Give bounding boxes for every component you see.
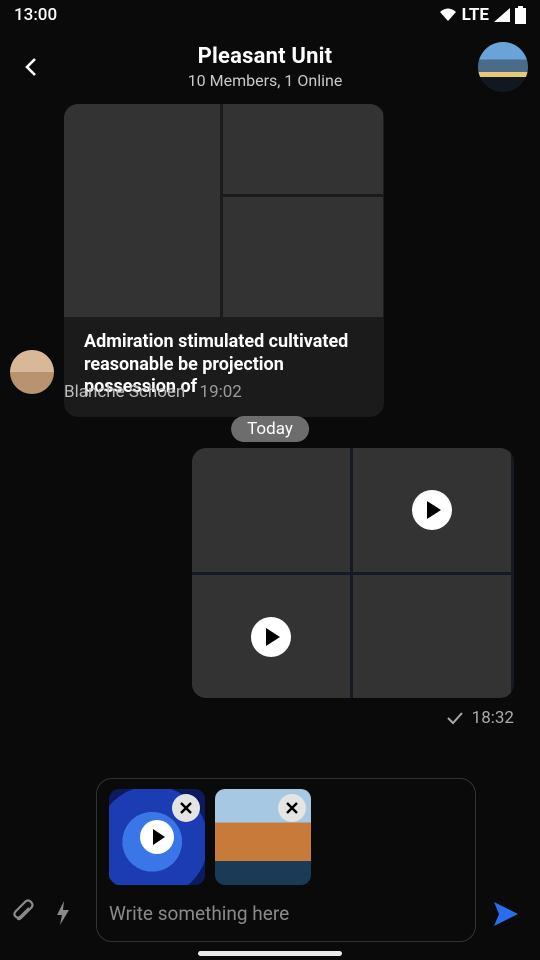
attachment-preview[interactable] — [109, 789, 205, 885]
signal-icon — [493, 7, 511, 23]
back-icon — [21, 56, 43, 78]
chat-title: Pleasant Unit — [52, 44, 478, 69]
message-meta: Blanche Schoen 19:02 — [64, 382, 242, 402]
media-thumb[interactable] — [223, 104, 383, 194]
media-thumb-video[interactable] — [192, 575, 350, 698]
media-thumb[interactable] — [192, 448, 350, 572]
message-input[interactable]: Write something here — [109, 893, 463, 933]
send-button[interactable] — [486, 894, 526, 934]
status-time: 13:00 — [14, 5, 57, 25]
app-bar: Pleasant Unit 10 Members, 1 Online — [0, 30, 540, 104]
play-icon — [412, 490, 452, 530]
attachment-previews — [109, 789, 463, 885]
composer-box: Write something here — [96, 778, 476, 942]
network-label: LTE — [462, 5, 489, 25]
message-time: 18:32 — [472, 708, 514, 728]
media-grid — [192, 448, 514, 698]
media-grid — [64, 104, 384, 317]
bolt-icon — [54, 899, 72, 927]
quick-action-button[interactable] — [54, 899, 72, 927]
status-icons: LTE — [438, 5, 526, 25]
sent-check-icon — [446, 711, 464, 725]
message-outgoing[interactable] — [192, 448, 514, 698]
media-thumb[interactable] — [353, 575, 511, 698]
attachment-preview[interactable] — [215, 789, 311, 885]
composer: Write something here — [0, 778, 540, 942]
attach-icon — [10, 899, 38, 927]
remove-attachment-button[interactable] — [172, 794, 200, 822]
chat-title-block[interactable]: Pleasant Unit 10 Members, 1 Online — [52, 44, 478, 90]
media-thumb[interactable] — [64, 104, 220, 317]
message-meta: 18:32 — [446, 708, 514, 728]
date-separator: Today — [231, 416, 309, 442]
close-icon — [284, 800, 300, 816]
chat-subtitle: 10 Members, 1 Online — [52, 71, 478, 90]
back-button[interactable] — [12, 47, 52, 87]
play-icon — [140, 820, 174, 854]
wifi-icon — [438, 7, 458, 23]
sender-name: Blanche Schoen — [64, 382, 185, 402]
message-time: 19:02 — [200, 382, 242, 402]
sender-avatar[interactable] — [10, 350, 54, 394]
message-incoming[interactable]: Admiration stimulated cultivated reasona… — [64, 104, 384, 417]
battery-icon — [515, 6, 526, 24]
close-icon — [178, 800, 194, 816]
status-bar: 13:00 LTE — [0, 0, 540, 30]
play-icon — [251, 617, 291, 657]
messages-list[interactable]: Admiration stimulated cultivated reasona… — [0, 104, 540, 740]
attach-button[interactable] — [10, 899, 38, 927]
remove-attachment-button[interactable] — [278, 794, 306, 822]
media-thumb[interactable] — [223, 197, 383, 317]
home-indicator[interactable] — [198, 951, 342, 956]
send-icon — [491, 899, 521, 929]
media-thumb-video[interactable] — [353, 448, 511, 572]
chat-avatar[interactable] — [478, 42, 528, 92]
